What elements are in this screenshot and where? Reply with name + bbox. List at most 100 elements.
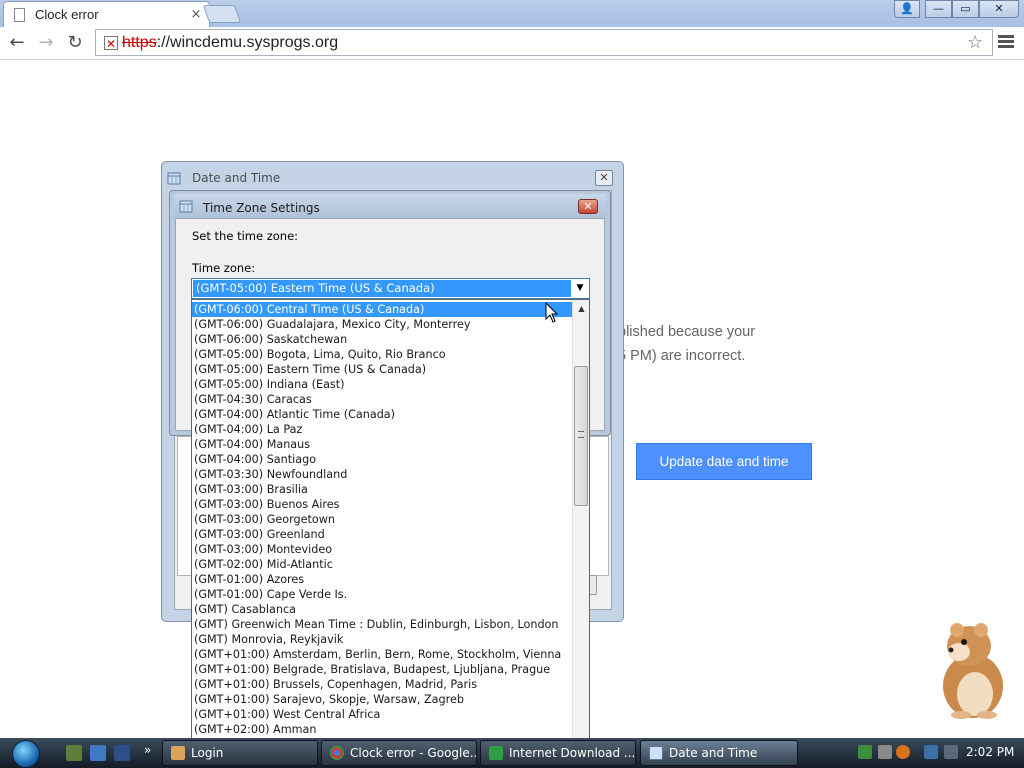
start-button[interactable]: [4, 738, 50, 768]
tab-strip: Clock error × 👤 — ▭ ✕: [0, 0, 1024, 27]
time-zone-option[interactable]: (GMT-06:00) Guadalajara, Mexico City, Mo…: [192, 317, 573, 332]
message-line-2: 5 PM) are incorrect.: [618, 348, 746, 364]
back-button[interactable]: ←: [5, 31, 29, 55]
time-zone-titlebar: Time Zone Settings ✕: [174, 194, 606, 218]
address-bar[interactable]: ✕ https :// wincdemu.sysprogs.org: [95, 29, 993, 56]
clock-calendar-icon: [179, 200, 193, 213]
user-icon[interactable]: 👤: [894, 0, 920, 18]
quick-launch-overflow[interactable]: »: [144, 743, 151, 757]
message-line-1: blished because your: [618, 324, 756, 340]
taskbar: » Login Clock error - Google... Internet…: [0, 738, 1024, 768]
time-zone-option[interactable]: (GMT-05:00) Eastern Time (US & Canada): [192, 362, 573, 377]
time-zone-option[interactable]: (GMT-03:00) Montevideo: [192, 542, 573, 557]
task-login[interactable]: Login: [162, 740, 318, 766]
bookmark-star-icon[interactable]: ☆: [967, 32, 983, 53]
time-zone-selected-value: (GMT-05:00) Eastern Time (US & Canada): [193, 280, 571, 297]
date-time-title-text: Date and Time: [192, 171, 281, 185]
time-zone-option[interactable]: (GMT+02:00) Amman: [192, 722, 573, 737]
time-zone-option[interactable]: (GMT-01:00) Azores: [192, 572, 573, 587]
scroll-up-icon[interactable]: ▲: [573, 300, 589, 317]
time-zone-option[interactable]: (GMT) Greenwich Mean Time : Dublin, Edin…: [192, 617, 573, 632]
taskbar-clock[interactable]: 2:02 PM: [966, 745, 1014, 759]
date-time-title: Date and Time: [167, 171, 281, 185]
dropdown-arrow-icon[interactable]: ▼: [573, 281, 587, 296]
tab-title: Clock error: [35, 7, 99, 22]
time-zone-option[interactable]: (GMT-06:00) Central Time (US & Canada): [192, 302, 573, 317]
time-zone-option[interactable]: (GMT-06:00) Saskatchewan: [192, 332, 573, 347]
windows-orb-icon: [12, 740, 40, 768]
time-zone-prompt: Set the time zone:: [192, 229, 299, 243]
login-app-icon: [171, 746, 185, 760]
time-zone-title: Time Zone Settings: [203, 201, 320, 215]
time-zone-option[interactable]: (GMT-04:00) Santiago: [192, 452, 573, 467]
time-zone-option[interactable]: (GMT-04:00) Manaus: [192, 437, 573, 452]
dropdown-scrollbar[interactable]: ▲: [572, 300, 589, 752]
task-chrome[interactable]: Clock error - Google...: [321, 740, 477, 766]
url-host: wincdemu.sysprogs.org: [170, 33, 339, 51]
task-label: Clock error - Google...: [350, 746, 477, 760]
browser-toolbar: ← → ↻ ✕ https :// wincdemu.sysprogs.org …: [0, 27, 1024, 60]
time-zone-option[interactable]: (GMT-03:00) Greenland: [192, 527, 573, 542]
clock-calendar-icon: [167, 172, 181, 185]
reload-button[interactable]: ↻: [63, 31, 87, 55]
date-time-close-button[interactable]: ✕: [595, 170, 613, 186]
tab-clock-error[interactable]: Clock error ×: [3, 1, 210, 27]
maximize-button[interactable]: ▭: [952, 0, 979, 18]
time-zone-select[interactable]: (GMT-05:00) Eastern Time (US & Canada) ▼: [191, 278, 590, 299]
menu-icon[interactable]: [998, 33, 1014, 51]
page-icon: [14, 7, 25, 22]
url-scheme: https: [122, 33, 157, 51]
time-zone-dropdown-list[interactable]: (GMT-06:00) Central Time (US & Canada) (G…: [191, 299, 590, 753]
task-date-time[interactable]: Date and Time: [640, 740, 798, 766]
clock-calendar-icon: [649, 746, 663, 760]
clock-error-message: blished because your 5 PM) are incorrect…: [618, 320, 878, 368]
tray-icon-2[interactable]: [878, 745, 892, 759]
time-zone-option[interactable]: (GMT+01:00) Amsterdam, Berlin, Bern, Rom…: [192, 647, 573, 662]
update-date-time-button[interactable]: Update date and time: [636, 443, 812, 480]
time-zone-option[interactable]: (GMT-05:00) Bogota, Lima, Quito, Rio Bra…: [192, 347, 573, 362]
time-zone-option[interactable]: (GMT-03:00) Brasilia: [192, 482, 573, 497]
time-zone-label: Time zone:: [192, 261, 256, 275]
tray-icon-3[interactable]: [896, 745, 910, 759]
task-label: Internet Download ...: [509, 746, 636, 760]
time-zone-option[interactable]: (GMT-04:00) Atlantic Time (Canada): [192, 407, 573, 422]
quick-launch-icon-2[interactable]: [90, 745, 106, 761]
time-zone-options: (GMT-06:00) Central Time (US & Canada) (G…: [192, 302, 573, 752]
quick-launch-icon-3[interactable]: [114, 745, 130, 761]
close-window-button[interactable]: ✕: [979, 0, 1019, 18]
time-zone-option[interactable]: (GMT+01:00) Sarajevo, Skopje, Warsaw, Za…: [192, 692, 573, 707]
forward-button[interactable]: →: [34, 31, 58, 55]
volume-icon[interactable]: [944, 745, 958, 759]
time-zone-option[interactable]: (GMT) Monrovia, Reykjavik: [192, 632, 573, 647]
time-zone-option[interactable]: (GMT-01:00) Cape Verde Is.: [192, 587, 573, 602]
time-zone-option[interactable]: (GMT-05:00) Indiana (East): [192, 377, 573, 392]
scrollbar-thumb[interactable]: [574, 366, 588, 506]
task-internet-download[interactable]: Internet Download ...: [480, 740, 636, 766]
network-icon[interactable]: [924, 745, 938, 759]
time-zone-option[interactable]: (GMT-04:30) Caracas: [192, 392, 573, 407]
url-separator: ://: [156, 33, 171, 51]
time-zone-option[interactable]: (GMT-04:00) La Paz: [192, 422, 573, 437]
broken-lock-icon[interactable]: ✕: [104, 35, 118, 51]
time-zone-option[interactable]: (GMT) Casablanca: [192, 602, 573, 617]
download-manager-icon: [489, 746, 503, 760]
quick-launch-icon-1[interactable]: [66, 745, 82, 761]
mouse-cursor-icon: [545, 302, 559, 323]
time-zone-option[interactable]: (GMT-02:00) Mid-Atlantic: [192, 557, 573, 572]
tray-icon-1[interactable]: [858, 745, 872, 759]
time-zone-option[interactable]: (GMT+01:00) Belgrade, Bratislava, Budape…: [192, 662, 573, 677]
hamster-mascot-icon: [943, 623, 1003, 719]
new-tab-button[interactable]: [202, 5, 242, 23]
chrome-icon: [330, 746, 344, 760]
time-zone-option[interactable]: (GMT-03:00) Georgetown: [192, 512, 573, 527]
task-label: Login: [191, 746, 224, 760]
time-zone-option[interactable]: (GMT+01:00) Brussels, Copenhagen, Madrid…: [192, 677, 573, 692]
time-zone-option[interactable]: (GMT-03:00) Buenos Aires: [192, 497, 573, 512]
scroll-grip-icon: [578, 431, 584, 438]
tab-close-icon[interactable]: ×: [189, 7, 203, 22]
time-zone-option[interactable]: (GMT-03:30) Newfoundland: [192, 467, 573, 482]
time-zone-option[interactable]: (GMT+01:00) West Central Africa: [192, 707, 573, 722]
task-label: Date and Time: [669, 746, 758, 760]
time-zone-close-button[interactable]: ✕: [578, 199, 598, 214]
minimize-button[interactable]: —: [925, 0, 952, 18]
